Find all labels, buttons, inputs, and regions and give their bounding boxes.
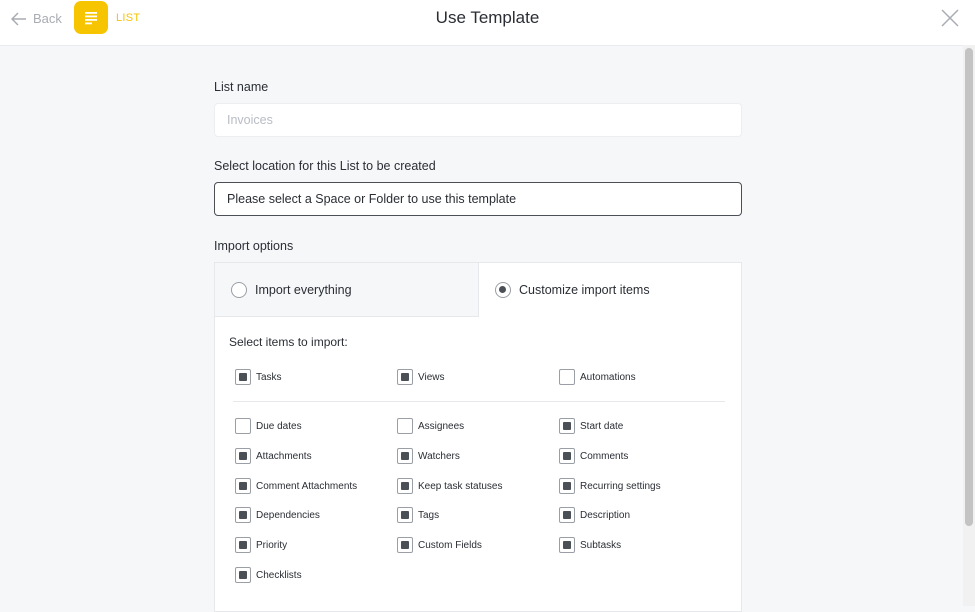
checkbox[interactable] (235, 369, 251, 385)
item-label: Subtasks (580, 539, 622, 551)
checkbox[interactable] (559, 448, 575, 464)
item-label: Watchers (418, 450, 460, 462)
item-label: Tasks (256, 371, 282, 383)
item-label: Assignees (418, 420, 465, 432)
top-bar: Back LIST Use Template (0, 0, 975, 46)
item-label: Views (418, 371, 445, 383)
tab-label: Customize import items (519, 283, 650, 297)
close-icon[interactable] (941, 9, 959, 27)
item-subtasks[interactable]: Subtasks (559, 537, 621, 553)
import-options-label: Import options (214, 239, 294, 253)
checkbox[interactable] (397, 507, 413, 523)
checkbox[interactable] (235, 448, 251, 464)
checkbox[interactable] (235, 507, 251, 523)
tab-customize-import[interactable]: Customize import items (479, 263, 741, 317)
item-keep-task-statuses[interactable]: Keep task statuses (397, 478, 503, 494)
checkbox[interactable] (235, 567, 251, 583)
page-title: Use Template (435, 8, 540, 27)
item-label: Keep task statuses (418, 480, 503, 492)
divider (233, 401, 725, 402)
checkbox[interactable] (559, 369, 575, 385)
item-watchers[interactable]: Watchers (397, 448, 460, 464)
checkbox[interactable] (559, 537, 575, 553)
checkbox[interactable] (397, 478, 413, 494)
checkbox[interactable] (559, 478, 575, 494)
radio-import-everything[interactable] (231, 281, 247, 298)
location-value: Please select a Space or Folder to use t… (227, 192, 517, 206)
item-dependencies[interactable]: Dependencies (235, 507, 320, 523)
item-label: Description (580, 509, 631, 521)
select-items-label: Select items to import: (229, 335, 348, 349)
item-label: Tags (418, 509, 440, 521)
item-priority[interactable]: Priority (235, 537, 287, 553)
item-assignees[interactable]: Assignees (397, 418, 464, 434)
checkbox[interactable] (397, 448, 413, 464)
location-label: Select location for this List to be crea… (214, 159, 436, 173)
item-automations[interactable]: Automations (559, 369, 636, 385)
item-label: Attachments (256, 450, 312, 462)
item-start-date[interactable]: Start date (559, 418, 623, 434)
item-due-dates[interactable]: Due dates (235, 418, 302, 434)
item-label: Checklists (256, 569, 302, 581)
item-comments[interactable]: Comments (559, 448, 628, 464)
checkbox[interactable] (559, 418, 575, 434)
list-name-input[interactable]: Invoices (214, 103, 742, 137)
checkbox[interactable] (397, 418, 413, 434)
tab-import-everything[interactable]: Import everything (215, 263, 479, 317)
item-label: Dependencies (256, 509, 320, 521)
item-checklists[interactable]: Checklists (235, 567, 302, 583)
item-attachments[interactable]: Attachments (235, 448, 312, 464)
item-label: Priority (256, 539, 288, 551)
scrollbar-thumb[interactable] (965, 48, 973, 526)
item-label: Custom Fields (418, 539, 482, 551)
item-custom-fields[interactable]: Custom Fields (397, 537, 482, 553)
checkbox[interactable] (397, 369, 413, 385)
item-description[interactable]: Description (559, 507, 630, 523)
checkbox[interactable] (235, 537, 251, 553)
checkbox[interactable] (559, 507, 575, 523)
list-name-placeholder: Invoices (227, 113, 273, 127)
item-label: Start date (580, 420, 624, 432)
item-tags[interactable]: Tags (397, 507, 439, 523)
location-select[interactable]: Please select a Space or Folder to use t… (214, 182, 742, 216)
item-tasks[interactable]: Tasks (235, 369, 282, 385)
item-label: Recurring settings (580, 480, 661, 492)
item-label: Comments (580, 450, 629, 462)
checkbox[interactable] (235, 418, 251, 434)
list-name-label: List name (214, 80, 269, 94)
item-label: Comment Attachments (256, 480, 358, 492)
item-recurring-settings[interactable]: Recurring settings (559, 478, 661, 494)
tab-label: Import everything (255, 282, 352, 297)
checkbox[interactable] (397, 537, 413, 553)
checkbox[interactable] (235, 478, 251, 494)
item-views[interactable]: Views (397, 369, 445, 385)
import-options-panel: Import everything Customize import items… (214, 262, 742, 612)
item-label: Due dates (256, 420, 302, 432)
item-label: Automations (580, 371, 636, 383)
radio-customize-import[interactable] (495, 282, 511, 298)
item-comment-attachments[interactable]: Comment Attachments (235, 478, 357, 494)
